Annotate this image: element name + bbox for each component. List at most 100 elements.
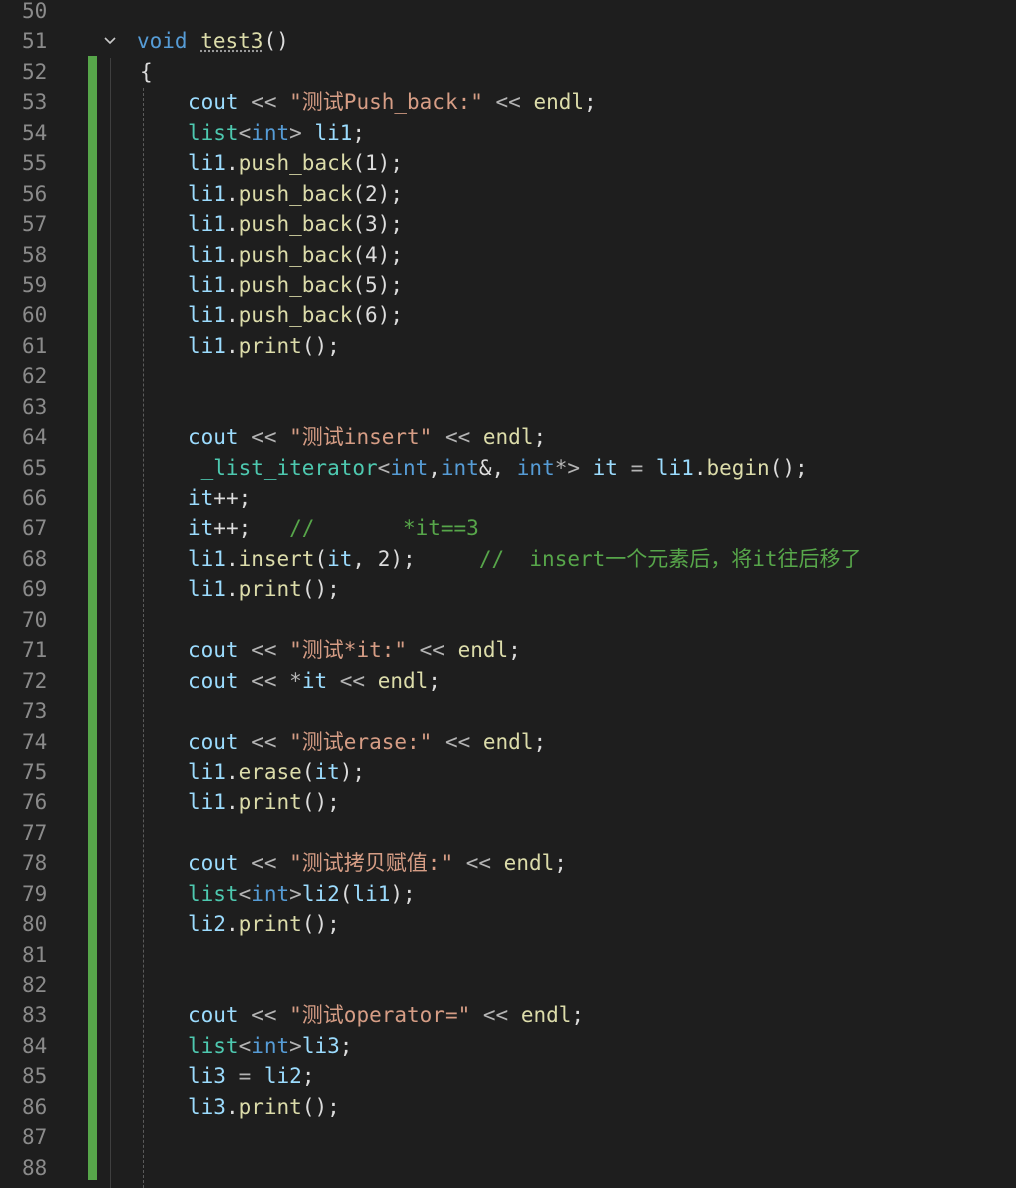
code-token: < xyxy=(238,120,252,145)
code-token: (1); xyxy=(352,151,403,176)
code-token: ; xyxy=(571,1003,585,1028)
code-line[interactable]: 80 li2.print(); xyxy=(0,909,1016,939)
code-line[interactable]: 86 li3.print(); xyxy=(0,1092,1016,1122)
code-line[interactable]: 57 li1.push_back(3); xyxy=(0,209,1016,239)
code-token: (3); xyxy=(352,212,403,237)
line-number: 72 xyxy=(22,668,48,693)
code-line[interactable]: 69 li1.print(); xyxy=(0,574,1016,604)
code-text: list<int> li1; xyxy=(188,118,365,148)
code-token: << xyxy=(432,729,483,754)
code-line[interactable]: 51 void test3() xyxy=(0,26,1016,56)
line-number: 80 xyxy=(22,912,48,937)
code-token: , xyxy=(428,455,441,480)
code-text: void test3() xyxy=(137,26,289,56)
code-text: list<int>li3; xyxy=(188,1031,352,1061)
code-line[interactable]: 88 xyxy=(0,1153,1016,1183)
code-token: li1 xyxy=(655,455,694,480)
code-token: li2 xyxy=(301,881,340,906)
line-number: 60 xyxy=(22,303,48,328)
code-line[interactable]: 79 list<int>li2(li1); xyxy=(0,879,1016,909)
code-token: print xyxy=(238,1094,302,1119)
code-line[interactable]: 56 li1.push_back(2); xyxy=(0,179,1016,209)
code-line[interactable]: 54 list<int> li1; xyxy=(0,118,1016,148)
code-token: li1 xyxy=(188,546,226,571)
code-line[interactable]: 84 list<int>li3; xyxy=(0,1031,1016,1061)
code-line[interactable]: 74 cout << "测试erase:" << endl; xyxy=(0,727,1016,757)
line-number: 70 xyxy=(22,607,48,632)
code-token: (); xyxy=(301,1094,340,1119)
code-token: ; xyxy=(352,120,366,145)
code-line[interactable]: 61 li1.print(); xyxy=(0,331,1016,361)
code-line[interactable]: 76 li1.print(); xyxy=(0,787,1016,817)
code-token: cout xyxy=(188,729,239,754)
code-line[interactable]: 70 xyxy=(0,605,1016,635)
code-line[interactable]: 83 cout << "测试operator=" << endl; xyxy=(0,1000,1016,1030)
code-editor[interactable]: 50 51 void test3() 52{53 cout << "测试Push_bac… xyxy=(0,0,1016,1183)
code-line[interactable]: 52 { xyxy=(0,57,1016,87)
code-token: ( xyxy=(314,546,328,571)
code-line[interactable]: 85 li3 = li2; xyxy=(0,1061,1016,1091)
code-line[interactable]: 81 xyxy=(0,940,1016,970)
code-token: . xyxy=(225,333,239,358)
code-token: li1 xyxy=(188,181,226,206)
code-line[interactable]: 71 cout << "测试*it:" << endl; xyxy=(0,635,1016,665)
code-line[interactable]: 72 cout << *it << endl; xyxy=(0,666,1016,696)
code-line[interactable]: 77 xyxy=(0,818,1016,848)
code-line[interactable]: 53 cout << "测试Push_back:" << endl; xyxy=(0,87,1016,117)
code-text: li3.print(); xyxy=(188,1092,340,1122)
line-number: 73 xyxy=(22,699,48,724)
code-token: (); xyxy=(769,455,808,480)
code-token: (4); xyxy=(352,242,403,267)
code-token: endl xyxy=(533,90,585,115)
code-line[interactable]: 64 cout << "测试insert" << endl; xyxy=(0,422,1016,452)
code-line[interactable]: 60 li1.push_back(6); xyxy=(0,300,1016,330)
code-text: li1.print(); xyxy=(188,787,340,817)
line-number: 59 xyxy=(22,272,48,297)
code-line[interactable]: 65 _list_iterator<int,int&, int*> it = l… xyxy=(0,453,1016,483)
code-token: "测试operator=" xyxy=(289,1003,471,1028)
code-token: ; xyxy=(428,668,441,693)
code-token: int xyxy=(516,455,555,480)
code-token: < xyxy=(238,881,252,906)
code-token: << xyxy=(238,668,290,693)
code-text: li1.erase(it); xyxy=(188,757,365,787)
code-line[interactable]: 82 xyxy=(0,970,1016,1000)
code-token: push_back xyxy=(238,212,353,237)
fold-chevron-icon[interactable] xyxy=(100,26,120,56)
code-token: * xyxy=(289,668,302,693)
code-line[interactable]: 78 cout << "测试拷贝赋值:" << endl; xyxy=(0,848,1016,878)
code-line[interactable]: 73 xyxy=(0,696,1016,726)
code-line[interactable]: 59 li1.push_back(5); xyxy=(0,270,1016,300)
code-token: . xyxy=(225,303,239,328)
code-text: li1.insert(it, 2); // insert一个元素后，将it往后移… xyxy=(188,544,862,574)
code-token: . xyxy=(225,151,239,176)
code-token: *> xyxy=(554,455,581,480)
code-line[interactable]: 75 li1.erase(it); xyxy=(0,757,1016,787)
code-line[interactable]: 87 xyxy=(0,1122,1016,1152)
line-number: 54 xyxy=(22,120,48,145)
line-number: 52 xyxy=(22,59,48,84)
line-number: 79 xyxy=(22,881,48,906)
code-line[interactable]: 63 xyxy=(0,392,1016,422)
line-number: 82 xyxy=(22,973,48,997)
code-token: li3 xyxy=(188,1094,226,1119)
code-token: int xyxy=(251,881,290,906)
code-token: print xyxy=(238,912,302,937)
code-line[interactable]: 67 it++; // *it==3 xyxy=(0,513,1016,543)
code-token: li2 xyxy=(263,1064,302,1089)
code-line[interactable]: 66 it++; xyxy=(0,483,1016,513)
code-line[interactable]: 68 li1.insert(it, 2); // insert一个元素后，将it往… xyxy=(0,544,1016,574)
code-token: // insert一个元素后，将it往后移了 xyxy=(415,546,862,571)
code-text: cout << "测试insert" << endl; xyxy=(188,422,546,452)
code-token: << xyxy=(238,851,290,876)
code-token: < xyxy=(238,1033,252,1058)
code-line[interactable]: 50 xyxy=(0,0,1016,26)
code-line[interactable]: 58 li1.push_back(4); xyxy=(0,240,1016,270)
code-token: = xyxy=(617,455,656,480)
code-text: li1.push_back(3); xyxy=(188,209,403,239)
code-line[interactable]: 62 xyxy=(0,361,1016,391)
code-line[interactable]: 55 li1.push_back(1); xyxy=(0,148,1016,178)
line-number: 69 xyxy=(22,577,48,602)
code-token: , 2); xyxy=(352,546,416,571)
code-token: (); xyxy=(301,333,340,358)
